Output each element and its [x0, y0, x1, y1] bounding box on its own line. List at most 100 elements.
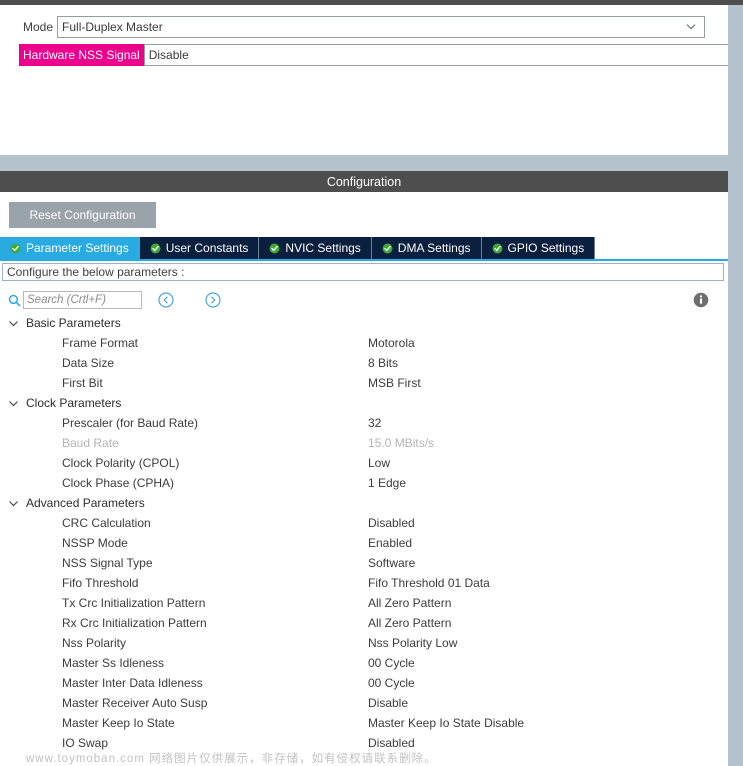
- parameter-row[interactable]: Data Size 8 Bits: [0, 353, 728, 373]
- parameter-name: Nss Polarity: [62, 636, 127, 650]
- tab-label: Parameter Settings: [26, 241, 129, 255]
- search-next-button[interactable]: [205, 292, 221, 308]
- parameter-name: Master Receiver Auto Susp: [62, 696, 208, 710]
- parameter-name: Frame Format: [62, 336, 139, 350]
- field-row-hardware-nss-signal: Hardware NSS Signal Disable: [5, 44, 743, 66]
- parameter-group-label: Clock Parameters: [26, 396, 122, 410]
- tab-label: NVIC Settings: [285, 241, 361, 255]
- tab-gpio-settings[interactable]: GPIO Settings: [481, 237, 596, 259]
- parameter-row[interactable]: Clock Polarity (CPOL) Low: [0, 453, 728, 473]
- tab-label: User Constants: [165, 241, 249, 255]
- parameter-group-header[interactable]: Advanced Parameters: [0, 493, 728, 513]
- parameter-value: Software: [368, 556, 416, 570]
- parameter-group-label: Advanced Parameters: [26, 496, 145, 510]
- configure-hint-bar: Configure the below parameters :: [2, 263, 724, 281]
- tab-user-constants[interactable]: User Constants: [139, 237, 260, 259]
- chevron-down-icon: [8, 318, 26, 329]
- parameter-row[interactable]: Master Ss Idleness 00 Cycle: [0, 653, 728, 673]
- parameter-name: Rx Crc Initialization Pattern: [62, 616, 207, 630]
- parameter-value: Low: [368, 456, 391, 470]
- parameter-name: IO Swap: [62, 736, 109, 750]
- parameter-name: Data Size: [62, 356, 115, 370]
- parameter-value: 1 Edge: [368, 476, 407, 490]
- parameter-row[interactable]: Master Keep Io State Master Keep Io State…: [0, 713, 728, 733]
- parameter-value: Motorola: [368, 336, 415, 350]
- parameter-row[interactable]: Prescaler (for Baud Rate) 32: [0, 413, 728, 433]
- parameter-value: MSB First: [368, 376, 421, 390]
- parameter-value: 15.0 MBits/s: [368, 436, 435, 450]
- parameter-name: Master Ss Idleness: [62, 656, 165, 670]
- configure-hint-text: Configure the below parameters :: [7, 265, 185, 279]
- parameter-value: 8 Bits: [368, 356, 399, 370]
- reset-configuration-button[interactable]: Reset Configuration: [9, 202, 156, 228]
- hardware-nss-signal-value: Disable: [148, 48, 189, 62]
- hardware-nss-signal-label: Hardware NSS Signal: [19, 44, 144, 66]
- parameter-row[interactable]: NSSP Mode Enabled: [0, 533, 728, 553]
- parameter-value: All Zero Pattern: [368, 616, 452, 630]
- parameter-name: Baud Rate: [62, 436, 119, 450]
- mode-panel: Mode Full-Duplex Master Hardware NSS Sig…: [0, 5, 743, 155]
- mode-value: Full-Duplex Master: [62, 20, 163, 34]
- parameter-row[interactable]: Clock Phase (CPHA) 1 Edge: [0, 473, 728, 493]
- parameter-value: Disabled: [368, 516, 415, 530]
- parameter-value: Disable: [368, 696, 409, 710]
- parameter-row[interactable]: Master Inter Data Idleness 00 Cycle: [0, 673, 728, 693]
- check-circle-icon: [492, 243, 503, 254]
- configuration-title-text: Configuration: [326, 174, 402, 189]
- parameter-row[interactable]: Master Receiver Auto Susp Disable: [0, 693, 728, 713]
- parameter-row[interactable]: Frame Format Motorola: [0, 333, 728, 353]
- parameter-name: Clock Polarity (CPOL): [62, 456, 180, 470]
- tab-label: GPIO Settings: [507, 241, 585, 255]
- parameter-row[interactable]: Nss Polarity Nss Polarity Low: [0, 633, 728, 653]
- parameter-name: Master Inter Data Idleness: [62, 676, 203, 690]
- check-circle-icon: [10, 243, 21, 254]
- parameter-row[interactable]: NSS Signal Type Software: [0, 553, 728, 573]
- parameter-name: Tx Crc Initialization Pattern: [62, 596, 206, 610]
- tab-parameter-settings[interactable]: Parameter Settings: [0, 237, 140, 259]
- parameter-name: CRC Calculation: [62, 516, 151, 530]
- mode-dropdown[interactable]: Full-Duplex Master: [57, 16, 706, 38]
- search-input[interactable]: [23, 291, 142, 309]
- parameter-row[interactable]: First Bit MSB First: [0, 373, 728, 393]
- tab-nvic-settings[interactable]: NVIC Settings: [259, 237, 372, 259]
- parameter-tree: Basic Parameters Frame Format Motorola Data…: [0, 313, 728, 753]
- tab-dma-settings[interactable]: DMA Settings: [371, 237, 482, 259]
- right-rail: [728, 5, 743, 766]
- parameter-value: Fifo Threshold 01 Data: [368, 576, 490, 590]
- parameter-value: 32: [368, 416, 382, 430]
- parameter-row[interactable]: Tx Crc Initialization Pattern All Zero Pa…: [0, 593, 728, 613]
- parameter-row: Baud Rate 15.0 MBits/s: [0, 433, 728, 453]
- panel-separator: [0, 155, 728, 171]
- tab-label: DMA Settings: [397, 241, 471, 255]
- check-circle-icon: [382, 243, 393, 254]
- tab-bar: Parameter Settings User Constants NVIC Set…: [0, 237, 728, 260]
- parameter-value: Master Keep Io State Disable: [368, 716, 525, 730]
- field-row-mode: Mode Full-Duplex Master: [5, 16, 706, 38]
- parameter-name: NSSP Mode: [62, 536, 128, 550]
- parameter-row[interactable]: IO Swap Disabled: [0, 733, 728, 753]
- parameter-row[interactable]: Fifo Threshold Fifo Threshold 01 Data: [0, 573, 728, 593]
- parameter-value: 00 Cycle: [368, 656, 415, 670]
- reset-area: Reset Configuration: [0, 192, 728, 237]
- chevron-down-icon: [8, 398, 26, 409]
- check-circle-icon: [269, 243, 280, 254]
- parameter-value: Disabled: [368, 736, 415, 750]
- parameter-value: Enabled: [368, 536, 413, 550]
- parameter-row[interactable]: CRC Calculation Disabled: [0, 513, 728, 533]
- info-icon[interactable]: [693, 292, 709, 308]
- parameter-name: First Bit: [62, 376, 103, 390]
- parameter-value: 00 Cycle: [368, 676, 415, 690]
- parameter-value: All Zero Pattern: [368, 596, 452, 610]
- parameter-group-header[interactable]: Clock Parameters: [0, 393, 728, 413]
- parameter-group-header[interactable]: Basic Parameters: [0, 313, 728, 333]
- search-prev-button[interactable]: [158, 292, 174, 308]
- parameter-name: Master Keep Io State: [62, 716, 175, 730]
- mode-label: Mode: [23, 20, 54, 34]
- magnifier-icon: [8, 294, 21, 307]
- parameter-name: NSS Signal Type: [62, 556, 153, 570]
- hardware-nss-signal-dropdown[interactable]: Disable: [143, 44, 743, 66]
- configuration-title-bar: Configuration: [0, 171, 728, 192]
- parameter-group-label: Basic Parameters: [26, 316, 121, 330]
- parameter-row[interactable]: Rx Crc Initialization Pattern All Zero Pa…: [0, 613, 728, 633]
- parameter-name: Clock Phase (CPHA): [62, 476, 175, 490]
